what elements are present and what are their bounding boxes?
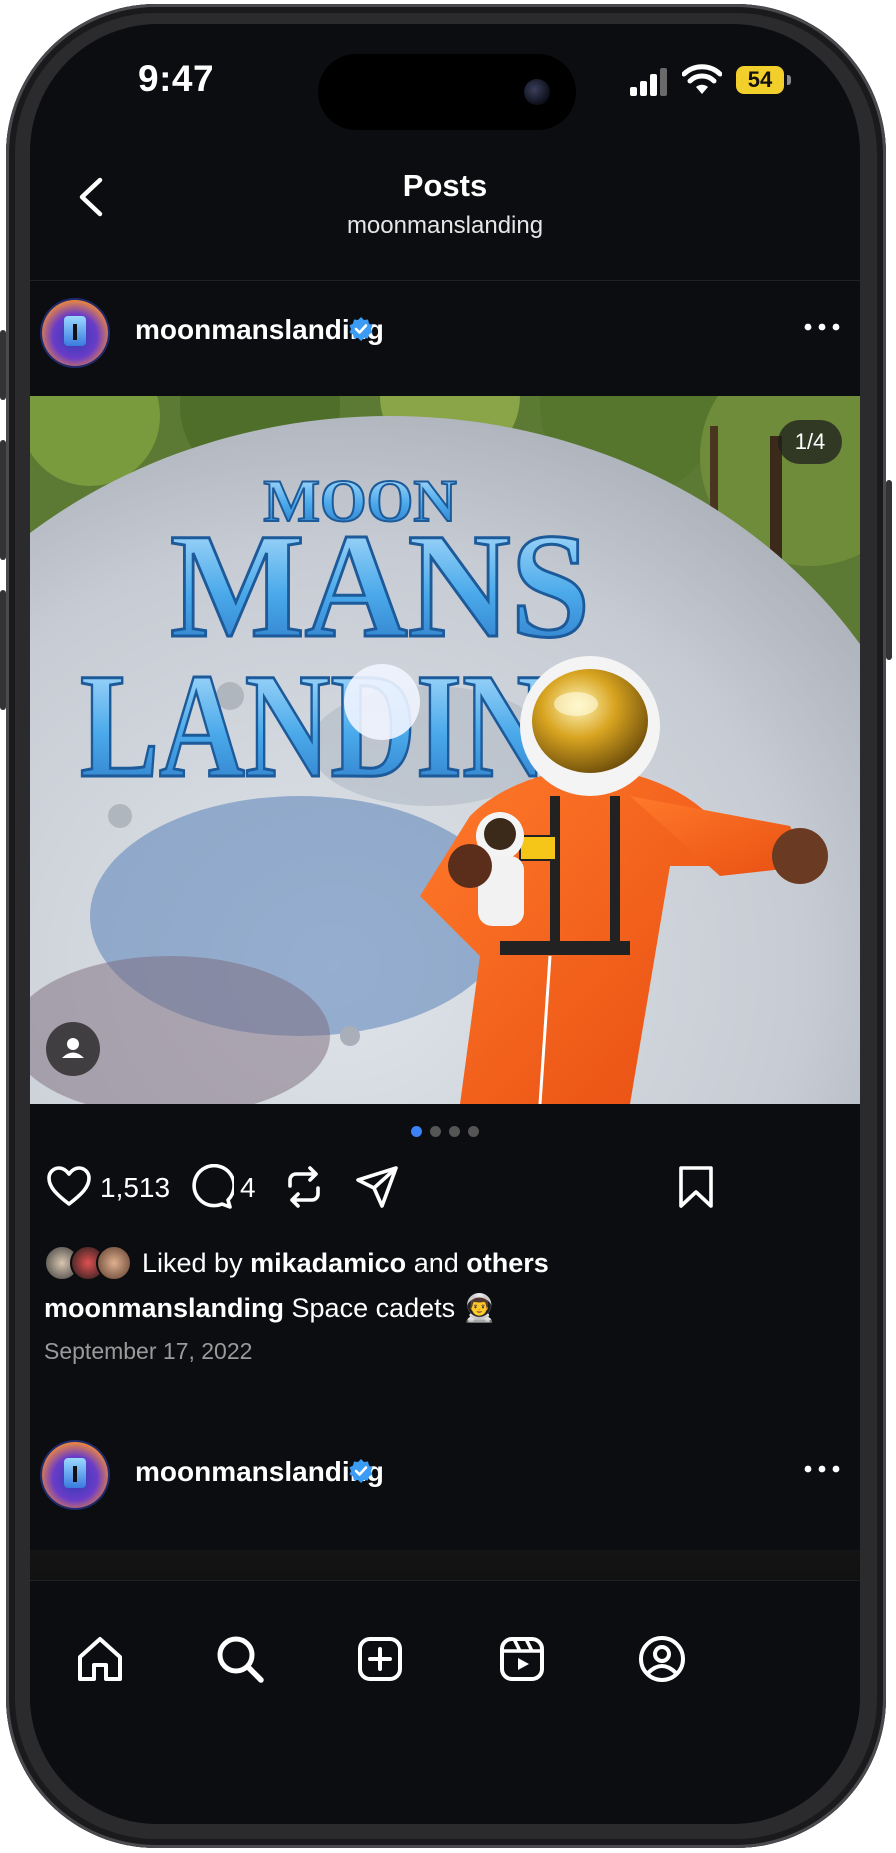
carousel-indicator <box>30 1124 860 1142</box>
page-title: Posts <box>402 168 488 203</box>
post-username[interactable]: moonmanslanding <box>135 1456 384 1488</box>
comment-bubble-icon[interactable] <box>188 1164 234 1210</box>
cellular-signal-icon <box>630 68 667 96</box>
verified-badge-icon <box>349 1459 373 1483</box>
power-button <box>886 480 892 660</box>
caption-username[interactable]: moonmanslanding <box>44 1293 284 1323</box>
like-count[interactable]: 1,513 <box>100 1172 170 1204</box>
carousel-dot <box>430 1126 441 1137</box>
volume-down-button <box>0 590 6 710</box>
reels-icon[interactable] <box>494 1631 550 1687</box>
comment-count[interactable]: 4 <box>240 1172 256 1204</box>
avatar[interactable] <box>42 1442 108 1508</box>
post-header: moonmanslanding <box>30 1424 860 1524</box>
dynamic-island <box>318 54 576 130</box>
liked-by-conj: and <box>413 1247 459 1278</box>
home-icon[interactable] <box>72 1631 128 1687</box>
image-counter: 1/4 <box>778 420 842 464</box>
profile-icon[interactable] <box>634 1631 690 1687</box>
post-actions: 1,513 4 <box>30 1154 860 1220</box>
post-image[interactable]: MOON MANS LANDING 1/4 <box>30 396 860 1104</box>
paper-plane-icon[interactable] <box>354 1164 400 1210</box>
search-icon[interactable] <box>212 1631 268 1687</box>
user-tag-icon <box>62 1038 84 1058</box>
more-horizontal-icon[interactable] <box>802 320 842 334</box>
carousel-dot <box>468 1126 479 1137</box>
heart-icon[interactable] <box>46 1164 92 1210</box>
post-caption: moonmanslanding Space cadets 👨‍🚀 <box>44 1292 496 1324</box>
status-bar: 9:47 54 <box>30 24 860 134</box>
carousel-dot <box>449 1126 460 1137</box>
verified-badge-icon <box>349 317 373 341</box>
liked-by-row[interactable]: Liked by mikadamico and others <box>44 1244 549 1282</box>
posts-header: Posts moonmanslanding <box>30 148 860 281</box>
create-icon[interactable] <box>352 1631 408 1687</box>
page-subtitle: moonmanslanding <box>346 212 544 239</box>
post-header: moonmanslanding <box>30 282 860 382</box>
post-username[interactable]: moonmanslanding <box>135 314 384 346</box>
avatar[interactable] <box>42 300 108 366</box>
app-screen: 9:47 54 Posts moonmanslanding moonmansla… <box>30 24 860 1824</box>
liked-by-others[interactable]: others <box>466 1248 549 1279</box>
post-photo: MOON MANS LANDING <box>30 396 860 1104</box>
action-button <box>0 330 6 400</box>
more-horizontal-icon[interactable] <box>802 1462 842 1476</box>
front-camera <box>524 79 550 105</box>
liked-by-user[interactable]: mikadamico <box>250 1248 406 1279</box>
tagged-users-button[interactable] <box>46 1022 100 1076</box>
caption-text: Space cadets 👨‍🚀 <box>291 1293 497 1323</box>
status-time: 9:47 <box>138 58 215 99</box>
liked-by-prefix: Liked by <box>142 1247 243 1278</box>
bookmark-icon[interactable] <box>676 1164 716 1210</box>
wifi-icon <box>682 64 722 94</box>
repost-icon[interactable] <box>282 1164 326 1210</box>
avatar <box>96 1245 132 1281</box>
battery-indicator: 54 <box>736 66 791 94</box>
carousel-dot-active <box>411 1126 422 1137</box>
post-date: September 17, 2022 <box>44 1338 253 1364</box>
volume-up-button <box>0 440 6 560</box>
bottom-tab-bar <box>30 1580 860 1824</box>
